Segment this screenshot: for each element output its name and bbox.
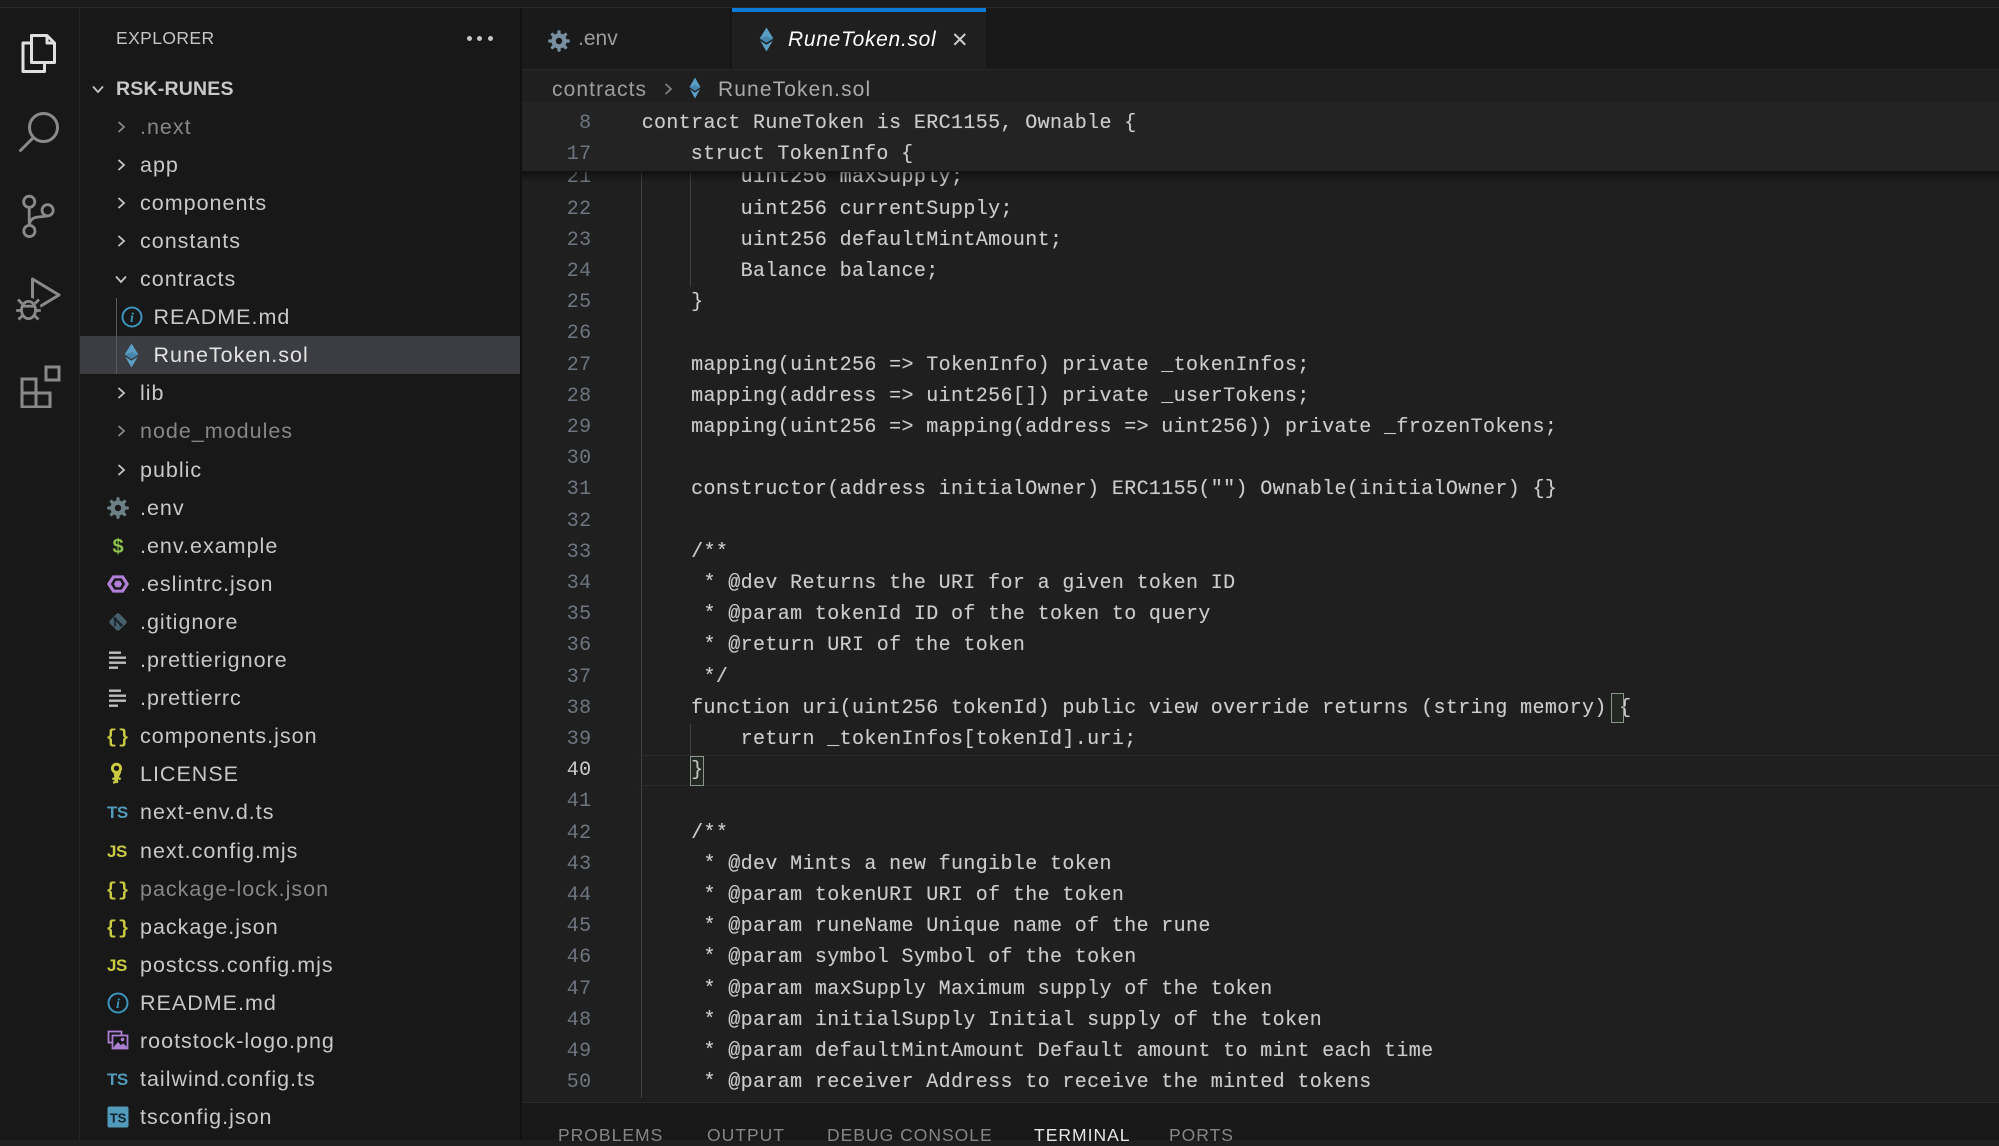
svg-text:JS: JS — [107, 842, 127, 861]
svg-text:TS: TS — [107, 803, 128, 822]
svg-text:TS: TS — [110, 1111, 127, 1126]
svg-text:TS: TS — [107, 1070, 128, 1089]
svg-text:{}: {} — [106, 727, 130, 749]
svg-text:$: $ — [112, 536, 123, 558]
svg-text:{}: {} — [106, 879, 130, 901]
svg-text:JS: JS — [107, 956, 127, 975]
svg-text:{}: {} — [106, 917, 130, 939]
svg-text:i: i — [130, 311, 134, 326]
svg-text:i: i — [116, 997, 120, 1012]
